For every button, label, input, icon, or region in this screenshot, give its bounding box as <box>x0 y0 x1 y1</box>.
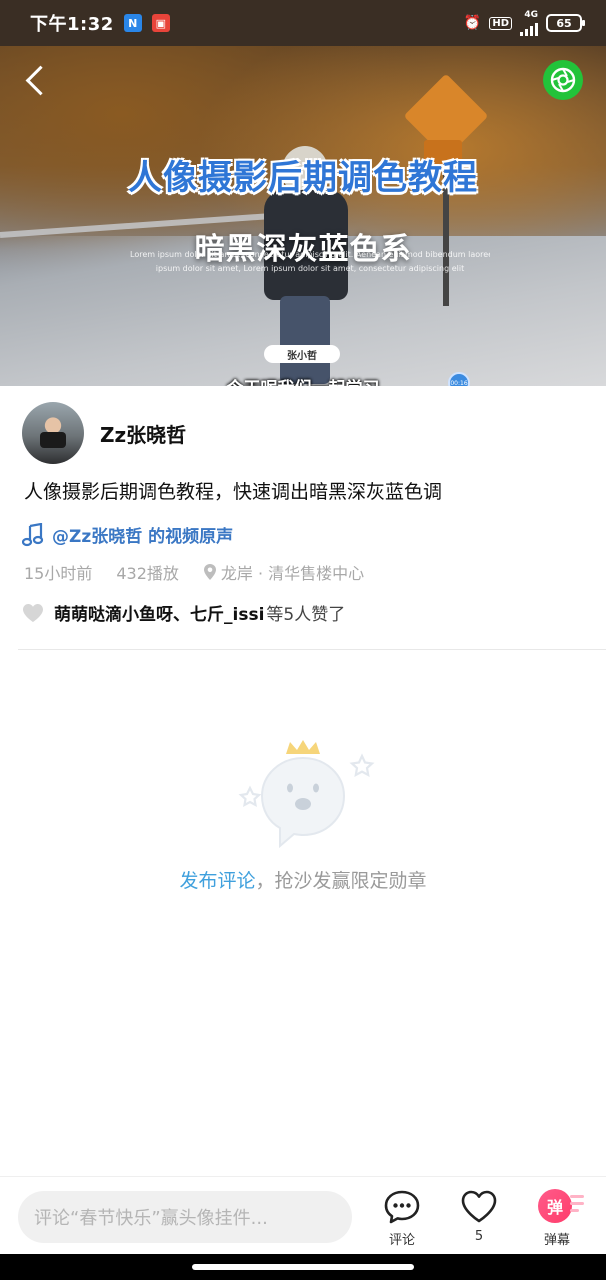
post-location[interactable]: 龙岸 · 清华售楼中心 <box>221 560 364 584</box>
bottom-action-bar: 评论“春节快乐”赢头像挂件... 评论 5 弹 弹幕 <box>0 1176 606 1254</box>
shutter-glyph <box>550 67 576 93</box>
video-player[interactable]: 人像摄影后期调色教程 暗黑深灰蓝色系 Lorem ipsum dolor sit… <box>0 46 606 386</box>
alarm-icon: ⏰ <box>463 15 482 31</box>
network-type: 4G <box>524 9 538 20</box>
comment-label: 评论 <box>388 1233 415 1248</box>
post-time: 15小时前 <box>24 564 93 583</box>
shutter-icon[interactable] <box>543 60 583 100</box>
battery-icon: 65 <box>546 14 585 32</box>
avatar[interactable] <box>22 402 84 464</box>
danmu-label: 弹幕 <box>543 1233 570 1248</box>
video-caption: 今天呢我们一起学习 <box>0 374 606 386</box>
video-name-tag: 张小哲 <box>264 345 340 363</box>
author-name[interactable]: Zz张晓哲 <box>100 419 186 448</box>
heart-icon <box>23 603 43 622</box>
comment-button[interactable]: 评论 <box>372 1189 432 1251</box>
location-pin-icon <box>203 564 216 580</box>
back-icon[interactable] <box>22 64 50 100</box>
comment-input[interactable]: 评论“春节快乐”赢头像挂件... <box>18 1191 352 1243</box>
video-lorem-line2: ipsum dolor sit amet, Lorem ipsum dolor … <box>155 264 465 273</box>
empty-comment-mascot-icon <box>238 740 375 849</box>
likes-row[interactable]: 萌萌哒滴小鱼呀、七斤_issi 等5人赞了 <box>22 600 345 625</box>
like-button[interactable]: 5 <box>449 1189 509 1251</box>
status-right-icons: ⏰ HD 4G 65 <box>463 9 585 36</box>
video-lorem-line1: Lorem ipsum dolor sit amet, consectetur … <box>130 250 490 259</box>
danmu-button[interactable]: 弹 弹幕 <box>527 1189 587 1251</box>
post-meta: 15小时前 432播放 龙岸 · 清华售楼中心 <box>24 560 364 584</box>
post-description: 人像摄影后期调色教程，快速调出暗黑深灰蓝色调 <box>24 481 443 503</box>
home-indicator[interactable] <box>0 1254 606 1280</box>
status-bar: 下午1:32 N ▣ ⏰ HD 4G 65 <box>0 0 606 46</box>
danmu-icon: 弹 <box>538 1189 584 1225</box>
comment-bubble-icon <box>384 1190 420 1224</box>
divider <box>18 649 606 650</box>
author-row[interactable]: Zz张晓哲 <box>22 402 186 464</box>
video-subtitle: 暗黑深灰蓝色系 <box>194 232 412 267</box>
toutiao-app-icon: ▣ <box>151 14 170 32</box>
signal-icon: 4G <box>520 9 538 36</box>
video-title: 人像摄影后期调色教程 <box>128 158 478 198</box>
music-link[interactable]: @Zz张晓哲 的视频原声 <box>22 522 233 547</box>
empty-comment-prompt: 发布评论，抢沙发赢限定勋章 <box>0 866 606 893</box>
status-time: 下午1:32 <box>30 14 114 35</box>
music-label[interactable]: @Zz张晓哲 的视频原声 <box>52 522 233 547</box>
music-note-icon <box>22 522 44 546</box>
like-heart-icon <box>461 1190 497 1223</box>
post-comment-link[interactable]: 发布评论 <box>179 870 255 892</box>
danmu-icon-text: 弹 <box>538 1189 572 1223</box>
empty-comment-text: ，抢沙发赢限定勋章 <box>255 870 427 892</box>
play-count: 432播放 <box>116 564 179 583</box>
hd-icon: HD <box>489 16 512 30</box>
like-count: 5 <box>474 1229 484 1244</box>
likes-summary: 等5人赞了 <box>266 605 346 625</box>
battery-level: 65 <box>556 16 572 30</box>
news-app-icon: N <box>123 14 142 32</box>
likes-users[interactable]: 萌萌哒滴小鱼呀、七斤_issi <box>54 600 264 625</box>
